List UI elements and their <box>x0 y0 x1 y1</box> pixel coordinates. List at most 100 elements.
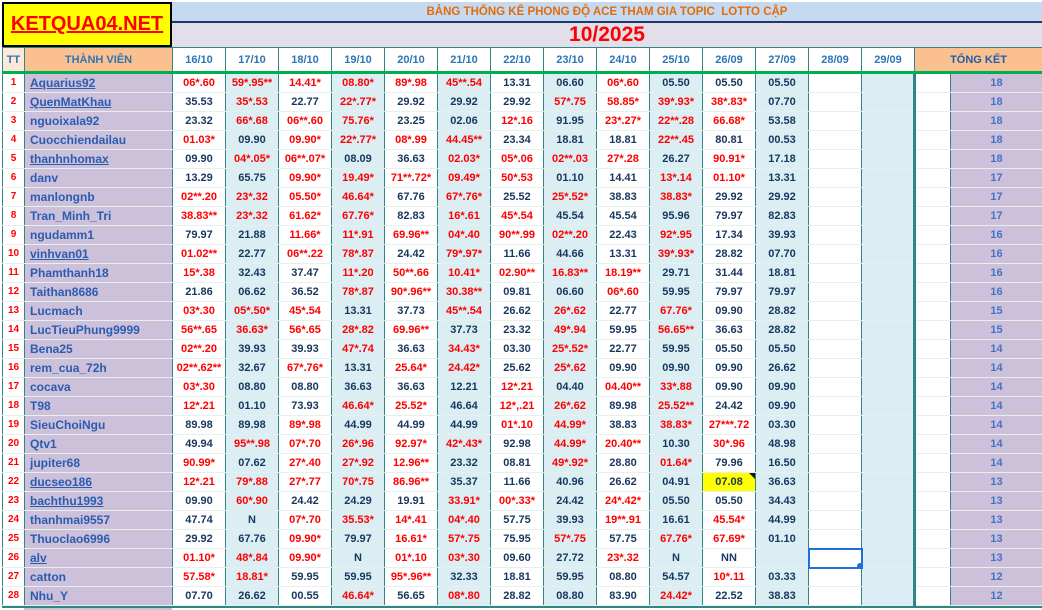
value-cell[interactable]: 02**.20 <box>543 225 597 245</box>
value-cell[interactable]: 06*.60 <box>172 72 226 93</box>
value-cell[interactable]: 35.53* <box>331 510 385 530</box>
value-cell[interactable]: 67.76 <box>384 187 438 207</box>
value-cell[interactable]: 92*.95 <box>649 225 703 245</box>
value-cell[interactable]: 32.33 <box>437 567 491 587</box>
value-cell[interactable]: 04.40 <box>543 377 597 397</box>
value-cell[interactable]: 95.96 <box>649 206 703 226</box>
value-cell[interactable]: 23*.32 <box>596 548 650 568</box>
value-cell[interactable]: 28.82 <box>490 586 544 606</box>
value-cell[interactable]: 59*.95** <box>225 72 279 93</box>
value-cell[interactable]: 95*.96** <box>384 567 438 587</box>
value-cell[interactable]: 07.70 <box>172 586 226 606</box>
total-cell[interactable]: 12 <box>950 586 1042 606</box>
value-cell[interactable]: 23.25 <box>384 111 438 131</box>
value-cell[interactable]: 11.66 <box>490 244 544 264</box>
value-cell[interactable]: 29.92 <box>437 92 491 112</box>
total-cell[interactable]: 17 <box>950 187 1042 207</box>
column-header-22-10[interactable]: 22/10 <box>490 47 544 74</box>
value-cell[interactable]: 57*.75 <box>437 529 491 549</box>
value-cell[interactable]: 80.81 <box>702 130 756 150</box>
total-cell[interactable]: 14 <box>950 358 1042 378</box>
value-cell[interactable] <box>808 187 862 207</box>
value-cell[interactable] <box>861 396 915 416</box>
value-cell[interactable]: 44.99 <box>384 415 438 435</box>
value-cell[interactable]: 05.50 <box>702 72 756 93</box>
column-header-19-10[interactable]: 19/10 <box>331 47 385 74</box>
value-cell[interactable]: 92.98 <box>490 434 544 454</box>
value-cell[interactable]: 57*.75 <box>543 92 597 112</box>
value-cell[interactable] <box>861 415 915 435</box>
value-cell[interactable]: 49*.92* <box>543 453 597 473</box>
column-header-20-10[interactable]: 20/10 <box>384 47 438 74</box>
value-cell[interactable]: 02**.20 <box>172 339 226 359</box>
value-cell[interactable]: 13.31 <box>755 168 809 188</box>
value-cell[interactable]: 05.50* <box>278 187 332 207</box>
total-cell[interactable]: 14 <box>950 339 1042 359</box>
value-cell[interactable]: 78*.87 <box>331 244 385 264</box>
value-cell[interactable]: 06*.60 <box>596 282 650 302</box>
value-cell[interactable] <box>808 472 862 492</box>
spacer-cell[interactable] <box>913 434 951 454</box>
value-cell[interactable]: 26.62 <box>225 586 279 606</box>
value-cell[interactable]: 24.29 <box>331 491 385 511</box>
value-cell[interactable]: 38.83 <box>755 586 809 606</box>
value-cell[interactable]: 59.95 <box>278 567 332 587</box>
value-cell[interactable]: 01.10* <box>172 548 226 568</box>
value-cell[interactable] <box>808 567 862 587</box>
row-number[interactable]: 26 <box>2 548 25 568</box>
value-cell[interactable] <box>861 72 915 93</box>
value-cell[interactable]: 67.69* <box>702 529 756 549</box>
value-cell[interactable]: N <box>331 548 385 568</box>
member-name[interactable]: nguoixala92 <box>24 111 173 131</box>
value-cell[interactable]: 32.67 <box>225 358 279 378</box>
value-cell[interactable]: 03*.30 <box>172 301 226 321</box>
value-cell[interactable] <box>861 206 915 226</box>
member-name[interactable]: jupiter68 <box>24 453 173 473</box>
value-cell[interactable]: 29.92 <box>384 92 438 112</box>
total-cell[interactable]: 18 <box>950 72 1042 93</box>
value-cell[interactable]: 27.72 <box>543 548 597 568</box>
value-cell[interactable]: 08.80 <box>543 586 597 606</box>
member-name[interactable]: rem_cua_72h <box>24 358 173 378</box>
member-name[interactable]: thanhnhomax <box>24 149 173 169</box>
total-cell[interactable]: 16 <box>950 225 1042 245</box>
value-cell[interactable] <box>808 244 862 264</box>
total-cell[interactable]: 15 <box>950 301 1042 321</box>
value-cell[interactable]: 07*.70 <box>278 510 332 530</box>
spacer-cell[interactable] <box>913 491 951 511</box>
column-header-28-09[interactable]: 28/09 <box>808 47 862 74</box>
spacer-cell[interactable] <box>913 472 951 492</box>
value-cell[interactable]: 24.42 <box>543 491 597 511</box>
row-number[interactable]: 13 <box>2 301 25 321</box>
value-cell[interactable]: 12*.21 <box>490 377 544 397</box>
value-cell[interactable]: 37.73 <box>437 320 491 340</box>
value-cell[interactable]: 11.66* <box>278 225 332 245</box>
column-header-29-09[interactable]: 29/09 <box>861 47 915 74</box>
value-cell[interactable]: 02**.03 <box>543 149 597 169</box>
value-cell[interactable]: 18.81* <box>225 567 279 587</box>
value-cell[interactable] <box>808 282 862 302</box>
value-cell[interactable]: 09.90 <box>649 358 703 378</box>
value-cell[interactable]: 44.45** <box>437 130 491 150</box>
total-cell[interactable]: 16 <box>950 244 1042 264</box>
value-cell[interactable]: 12*.21 <box>172 396 226 416</box>
row-number[interactable]: 17 <box>2 377 25 397</box>
value-cell[interactable]: 09.49* <box>437 168 491 188</box>
value-cell[interactable]: 21.86 <box>172 282 226 302</box>
total-cell[interactable]: 17 <box>950 206 1042 226</box>
value-cell[interactable] <box>861 358 915 378</box>
value-cell[interactable]: 19.49* <box>331 168 385 188</box>
value-cell[interactable]: 31.44 <box>702 263 756 283</box>
member-name[interactable]: manlongnb <box>24 187 173 207</box>
value-cell[interactable]: 67.76* <box>649 301 703 321</box>
value-cell[interactable]: 28.82 <box>702 244 756 264</box>
value-cell[interactable]: 67.76* <box>331 206 385 226</box>
value-cell[interactable]: 56*.65 <box>278 320 332 340</box>
value-cell[interactable]: 38.83* <box>649 415 703 435</box>
value-cell[interactable]: 56**.65 <box>172 320 226 340</box>
value-cell[interactable]: 59.95 <box>543 567 597 587</box>
value-cell[interactable] <box>861 434 915 454</box>
value-cell[interactable]: 91.95 <box>543 111 597 131</box>
value-cell[interactable]: 09.90 <box>225 130 279 150</box>
value-cell[interactable]: 67.76* <box>649 529 703 549</box>
